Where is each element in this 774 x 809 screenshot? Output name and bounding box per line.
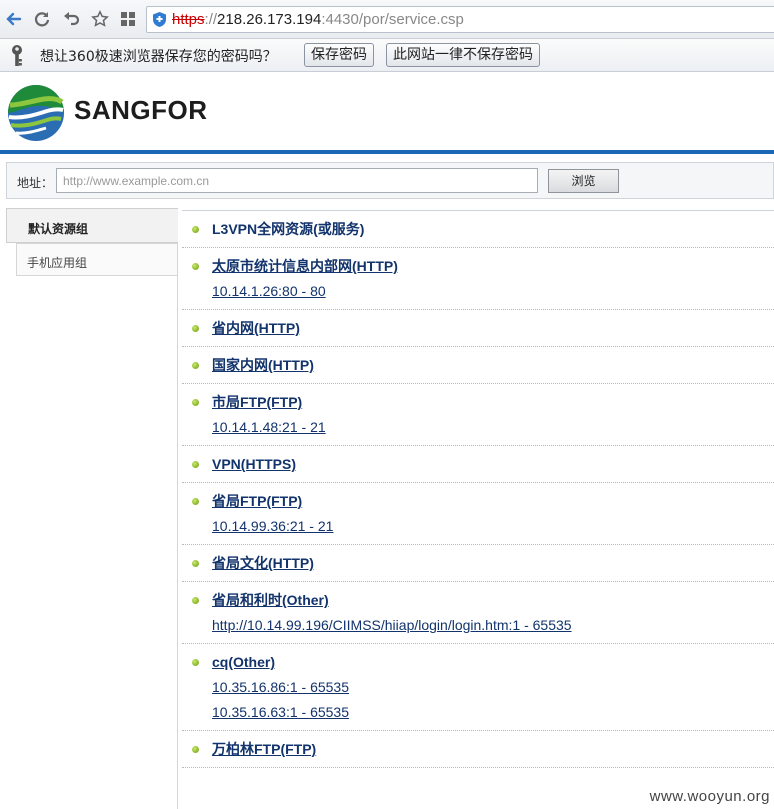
list-item: 市局FTP(FTP) 10.14.1.48:21 - 21 [182, 384, 774, 446]
list-item: 省内网(HTTP) [182, 310, 774, 347]
back-arrow-icon[interactable] [3, 8, 25, 30]
address-input[interactable]: http://www.example.com.cn [56, 168, 538, 193]
resource-address-link[interactable]: 10.35.16.86:1 - 65535 [212, 677, 774, 697]
refresh-icon[interactable] [31, 8, 53, 30]
resource-link[interactable]: L3VPN全网资源(或服务) [212, 219, 774, 239]
bullet-icon [192, 263, 199, 270]
resource-link[interactable]: 省内网(HTTP) [212, 318, 774, 338]
watermark: www.wooyun.org [643, 787, 774, 808]
bullet-icon [192, 560, 199, 567]
resource-list: L3VPN全网资源(或服务) 太原市统计信息内部网(HTTP) 10.14.1.26… [182, 210, 774, 768]
resource-link[interactable]: 省局FTP(FTP) [212, 491, 774, 511]
save-password-button[interactable]: 保存密码 [304, 43, 374, 67]
resource-link[interactable]: 太原市统计信息内部网(HTTP) [212, 256, 774, 276]
list-item: VPN(HTTPS) [182, 446, 774, 483]
bullet-icon [192, 659, 199, 666]
resource-link[interactable]: VPN(HTTPS) [212, 454, 774, 474]
bullet-icon [192, 226, 199, 233]
bullet-icon [192, 498, 199, 505]
resource-link[interactable]: 省局和利时(Other) [212, 590, 774, 610]
list-item: 省局FTP(FTP) 10.14.99.36:21 - 21 [182, 483, 774, 545]
apps-grid-icon[interactable] [117, 8, 139, 30]
bullet-icon [192, 325, 199, 332]
bullet-icon [192, 399, 199, 406]
url-host: 218.26.173.194 [217, 11, 322, 28]
list-item: 省局和利时(Other) http://10.14.99.196/CIIMSS/h… [182, 582, 774, 644]
resource-address-link[interactable]: 10.14.1.48:21 - 21 [212, 417, 774, 437]
tab-mobile-app-group[interactable]: 手机应用组 [16, 243, 178, 276]
resource-address-link[interactable]: 10.14.1.26:80 - 80 [212, 281, 774, 301]
bullet-icon [192, 597, 199, 604]
list-item: 国家内网(HTTP) [182, 347, 774, 384]
shield-icon [152, 11, 167, 32]
site-header: SANGFOR [0, 73, 774, 154]
key-icon [8, 44, 26, 72]
resource-link[interactable]: 国家内网(HTTP) [212, 355, 774, 375]
list-item: 太原市统计信息内部网(HTTP) 10.14.1.26:80 - 80 [182, 248, 774, 310]
save-password-message: 想让360极速浏览器保存您的密码吗？ [40, 49, 277, 65]
resource-address-link[interactable]: 10.35.16.63:1 - 65535 [212, 702, 774, 722]
sangfor-logo-icon [6, 83, 66, 147]
resource-address-link[interactable]: http://10.14.99.196/CIIMSS/hiiap/login/l… [212, 615, 774, 635]
list-item: 万柏林FTP(FTP) [182, 731, 774, 768]
tab-default-resource-group[interactable]: 默认资源组 [6, 208, 178, 243]
address-row: 地址： http://www.example.com.cn 浏览 [6, 162, 774, 199]
browse-button[interactable]: 浏览 [548, 169, 619, 193]
save-password-bar: 想让360极速浏览器保存您的密码吗？ 保存密码 此网站一律不保存密码 [0, 39, 774, 72]
address-label: 地址： [17, 176, 54, 190]
resource-link[interactable]: 省局文化(HTTP) [212, 553, 774, 573]
resource-address-link[interactable]: 10.14.99.36:21 - 21 [212, 516, 774, 536]
bullet-icon [192, 461, 199, 468]
url-separator: :// [204, 11, 218, 28]
never-save-password-button[interactable]: 此网站一律不保存密码 [386, 43, 540, 67]
list-item: 省局文化(HTTP) [182, 545, 774, 582]
resource-link[interactable]: 市局FTP(FTP) [212, 392, 774, 412]
browser-toolbar: https://218.26.173.194:4430/por/service.… [0, 0, 774, 39]
bullet-icon [192, 362, 199, 369]
undo-icon[interactable] [60, 8, 82, 30]
resource-link[interactable]: 万柏林FTP(FTP) [212, 739, 774, 759]
list-item: cq(Other) 10.35.16.86:1 - 65535 10.35.16.6… [182, 644, 774, 731]
list-item: L3VPN全网资源(或服务) [182, 211, 774, 248]
brand-name: SANGFOR [74, 95, 208, 125]
url-protocol: https [172, 11, 205, 28]
star-icon[interactable] [89, 8, 111, 30]
url-text: https://218.26.173.194:4430/por/service.… [172, 11, 464, 28]
bullet-icon [192, 746, 199, 753]
resource-link[interactable]: cq(Other) [212, 652, 774, 672]
resource-group-tabs: 默认资源组 手机应用组 [6, 208, 178, 809]
url-bar[interactable]: https://218.26.173.194:4430/por/service.… [146, 6, 774, 33]
url-path: :4430/por/service.csp [321, 11, 464, 28]
